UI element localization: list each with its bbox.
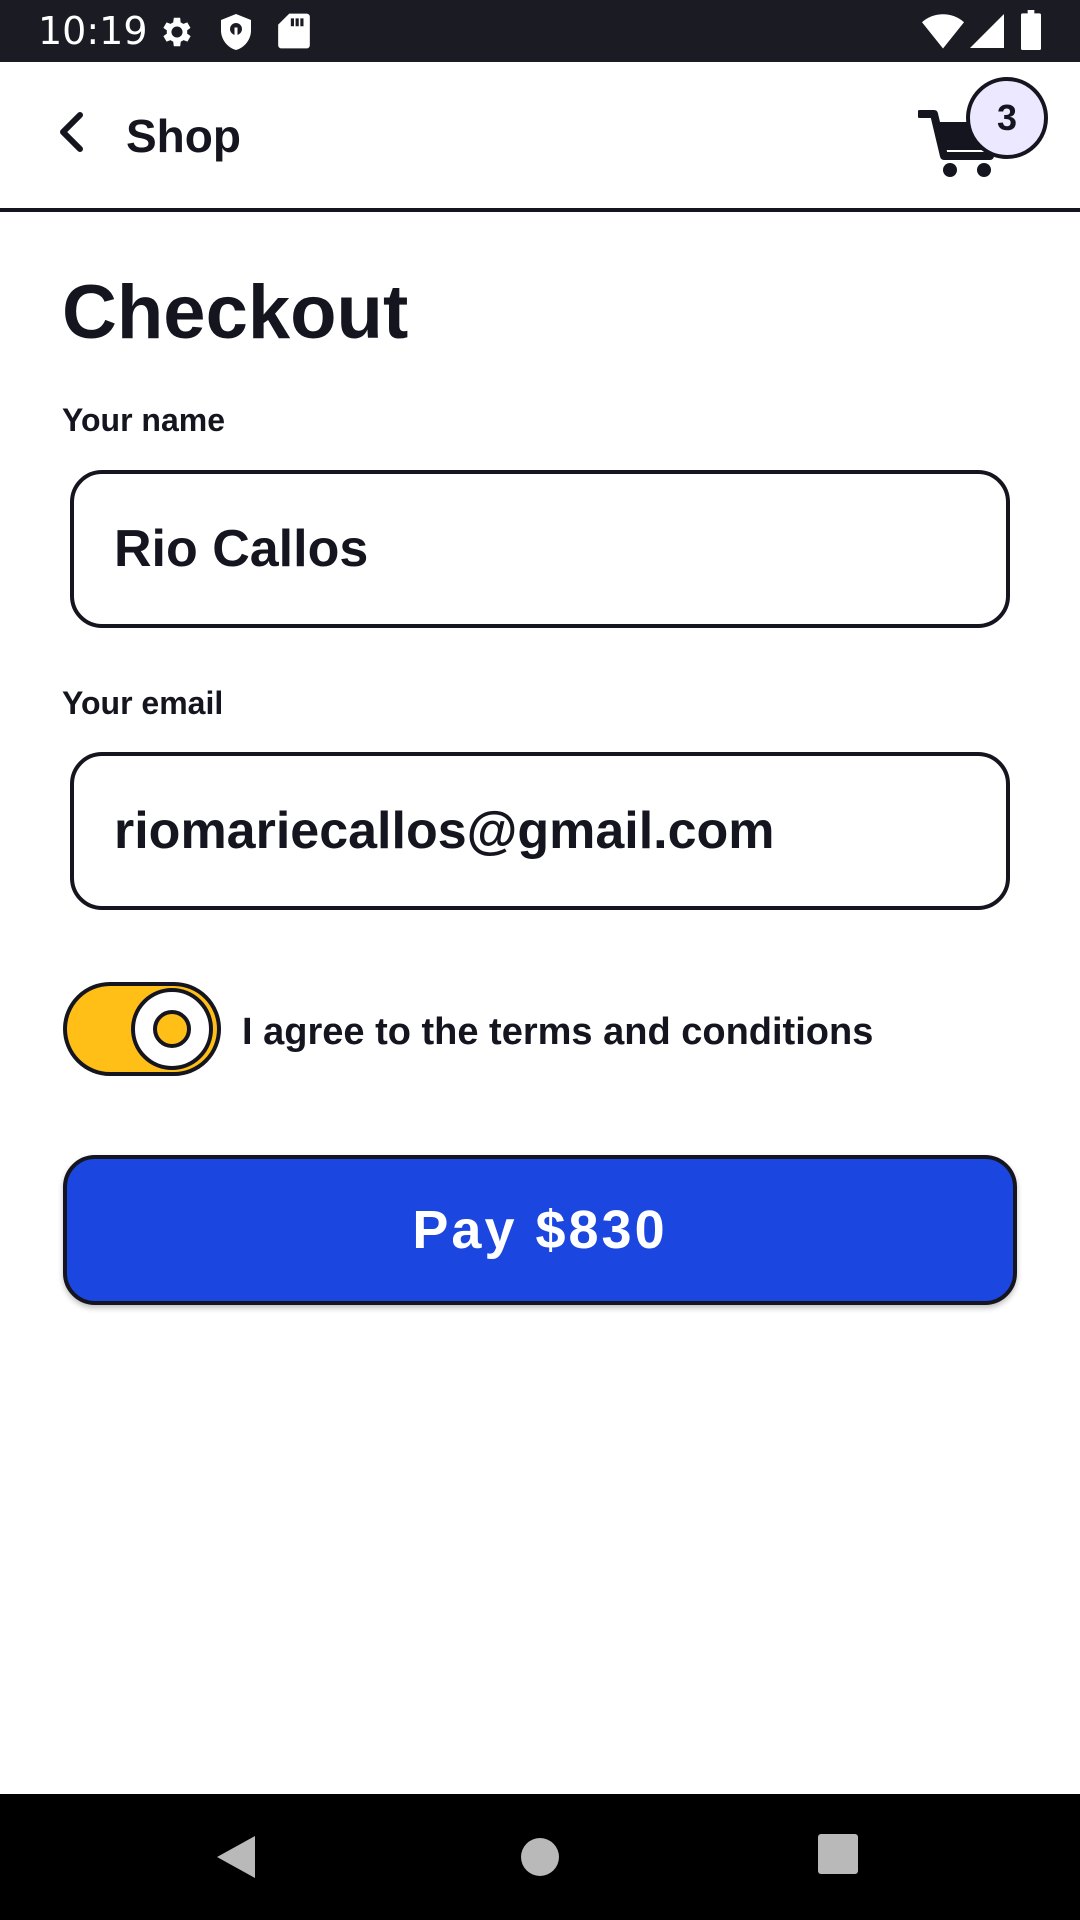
shield-icon (218, 12, 254, 57)
nav-recents-button[interactable] (816, 1832, 866, 1882)
name-label: Your name (62, 402, 225, 438)
sd-card-icon (278, 12, 310, 55)
pay-button[interactable]: Pay $830 (63, 1155, 1017, 1305)
terms-toggle[interactable] (63, 982, 221, 1076)
toggle-knob (131, 988, 213, 1070)
email-label: Your email (62, 685, 224, 721)
toggle-dot (153, 1010, 191, 1048)
email-field[interactable]: riomariecallos@gmail.com (70, 752, 1010, 910)
back-button[interactable] (48, 107, 98, 157)
nav-recents-icon (818, 1834, 858, 1874)
signal-icon (970, 13, 1004, 54)
wifi-icon (922, 13, 964, 54)
name-field[interactable]: Rio Callos (70, 470, 1010, 628)
nav-home-icon (521, 1838, 559, 1876)
cart-count-badge: 3 (966, 77, 1048, 159)
nav-back-button[interactable] (213, 1832, 263, 1882)
nav-home-button[interactable] (515, 1832, 565, 1882)
nav-back-icon (217, 1836, 255, 1878)
top-app-bar: Shop 3 (0, 62, 1080, 212)
settings-icon (158, 13, 196, 56)
status-bar: 10:19 (0, 0, 1080, 62)
back-arrow-icon (60, 112, 83, 152)
battery-icon (1020, 10, 1042, 55)
status-time: 10:19 (38, 9, 148, 53)
app-title: Shop (126, 110, 241, 162)
terms-label[interactable]: I agree to the terms and conditions (242, 1010, 873, 1054)
system-nav-bar (0, 1794, 1080, 1920)
page-title: Checkout (62, 270, 409, 355)
